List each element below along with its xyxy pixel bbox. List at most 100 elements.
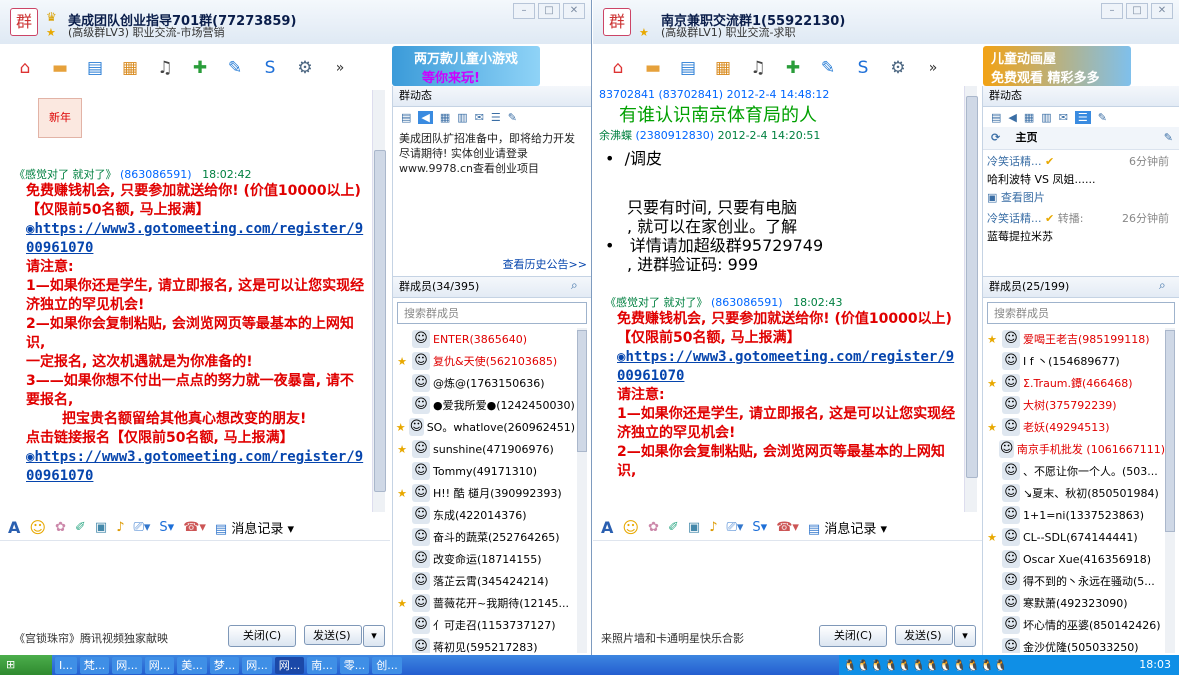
member-avatar-icon[interactable]: ☺: [412, 528, 430, 546]
feed-user[interactable]: 冷笑话精...: [987, 212, 1042, 225]
member-row[interactable]: ☺ I f 丶(154689677): [985, 350, 1165, 372]
close-icon[interactable]: ✕: [563, 3, 585, 19]
chat-icon[interactable]: ✉: [1059, 111, 1068, 124]
group-avatar-icon[interactable]: 群: [603, 8, 631, 36]
soso-icon[interactable]: S: [257, 55, 283, 81]
member-avatar-icon[interactable]: ☺: [1002, 550, 1020, 568]
maximize-icon[interactable]: □: [538, 3, 560, 19]
edit-icon[interactable]: ✎: [1164, 127, 1173, 149]
magic-emoji-icon[interactable]: ✿: [55, 520, 66, 535]
view-image-label[interactable]: 查看图片: [1001, 191, 1045, 204]
wrench-icon[interactable]: ✎: [508, 111, 517, 124]
add-app-icon[interactable]: ✚: [780, 55, 806, 81]
chat-scrollbar[interactable]: [964, 86, 978, 512]
font-icon[interactable]: A: [601, 518, 613, 537]
history-button[interactable]: ▤ 消息记录 ▾: [808, 518, 887, 537]
add-app-icon[interactable]: ✚: [187, 55, 213, 81]
scroll-thumb[interactable]: [966, 96, 978, 478]
member-row[interactable]: ★ ☺ Σ.Traum.鐔(466468): [985, 372, 1165, 394]
scroll-thumb[interactable]: [374, 150, 386, 492]
minimize-icon[interactable]: –: [1101, 3, 1123, 19]
search-icon[interactable]: ⌕: [571, 278, 578, 293]
refresh-icon[interactable]: ⟳: [991, 131, 1000, 144]
sender-name[interactable]: 《感觉对了 就对了》: [605, 296, 708, 309]
member-row[interactable]: ★ ☺ CL--SDL(674144441): [985, 526, 1165, 548]
folder-icon[interactable]: ▬: [47, 55, 73, 81]
member-scrollbar[interactable]: [1165, 328, 1175, 653]
member-avatar-icon[interactable]: ☺: [1002, 330, 1020, 348]
album-icon[interactable]: ▤: [82, 55, 108, 81]
more-icon[interactable]: »: [920, 55, 946, 81]
tools-icon[interactable]: ✎: [815, 55, 841, 81]
taskbar-item[interactable]: 网...: [144, 656, 175, 674]
taskbar-item[interactable]: 网...: [274, 656, 305, 674]
chat-icon[interactable]: ✉: [475, 111, 484, 124]
member-avatar-icon[interactable]: ☺: [412, 572, 430, 590]
member-avatar-icon[interactable]: ☺: [409, 418, 424, 436]
link-text[interactable]: https://www3.gotomeeting.com/register/90…: [26, 449, 363, 484]
taskbar-item[interactable]: I...: [55, 656, 77, 674]
member-scrollbar[interactable]: [577, 328, 587, 653]
member-row[interactable]: ☺ 寒默萧(492323090): [985, 592, 1165, 614]
register-link[interactable]: ◉https://www3.gotomeeting.com/register/9…: [26, 220, 370, 258]
member-avatar-icon[interactable]: ☺: [1002, 594, 1020, 612]
member-avatar-icon[interactable]: ☺: [1002, 638, 1020, 653]
member-avatar-icon[interactable]: ☺: [1002, 616, 1020, 634]
link-text[interactable]: https://www3.gotomeeting.com/register/90…: [617, 349, 954, 384]
register-link[interactable]: ◉https://www3.gotomeeting.com/register/9…: [26, 448, 370, 486]
emoji-icon[interactable]: ☺: [29, 518, 46, 537]
board-icon[interactable]: ▦: [117, 55, 143, 81]
sender-name[interactable]: 余沸蝶: [599, 129, 632, 142]
member-avatar-icon[interactable]: ☺: [1002, 506, 1020, 524]
send-button[interactable]: 发送(S): [304, 625, 362, 645]
voice-icon[interactable]: ☎▾: [183, 520, 206, 535]
taskbar-item[interactable]: 梵...: [79, 656, 110, 674]
notice-icon[interactable]: ▤: [401, 111, 411, 124]
taskbar-item[interactable]: 梦...: [209, 656, 240, 674]
doodle-icon[interactable]: ✐: [75, 520, 86, 535]
member-row[interactable]: ★ ☺ 老妖(49294513): [985, 416, 1165, 438]
member-row[interactable]: ☺ ENTER(3865640): [395, 328, 575, 350]
member-row[interactable]: ☺ 大树(375792239): [985, 394, 1165, 416]
emoji-icon[interactable]: ☺: [622, 518, 639, 537]
member-avatar-icon[interactable]: ☺: [1002, 352, 1020, 370]
wrench-icon[interactable]: ✎: [1098, 111, 1107, 124]
ad-banner[interactable]: 儿童动画屋 免费观看 精彩多多: [983, 46, 1131, 86]
folder-icon[interactable]: ▬: [640, 55, 666, 81]
member-search-input[interactable]: 搜索群成员: [397, 302, 587, 324]
topic-icon[interactable]: ☰: [491, 111, 501, 124]
tools-icon[interactable]: ✎: [222, 55, 248, 81]
member-row[interactable]: ☺ Oscar Xue(416356918): [985, 548, 1165, 570]
member-row[interactable]: ☺ 1+1=ni(1337523863): [985, 504, 1165, 526]
member-row[interactable]: ☺ 南京手机批发 (1061667111): [985, 438, 1165, 460]
member-scroll-thumb[interactable]: [577, 330, 587, 452]
magic-emoji-icon[interactable]: ✿: [648, 520, 659, 535]
member-avatar-icon[interactable]: ☺: [1002, 462, 1020, 480]
register-link[interactable]: ◉https://www3.gotomeeting.com/register/9…: [617, 348, 961, 386]
ad-banner[interactable]: 两万款儿童小游戏 等你来玩!: [392, 46, 540, 86]
member-avatar-icon[interactable]: ☺: [1002, 528, 1020, 546]
member-row[interactable]: ★ ☺ SO。whatlove(260962451): [395, 416, 575, 438]
close-icon[interactable]: ✕: [1151, 3, 1173, 19]
history-button[interactable]: ▤ 消息记录 ▾: [215, 518, 294, 537]
member-avatar-icon[interactable]: ☺: [412, 352, 430, 370]
send-options-icon[interactable]: ▾: [954, 625, 976, 647]
link-text[interactable]: https://www3.gotomeeting.com/register/90…: [26, 221, 363, 256]
topic-icon[interactable]: ☰: [1074, 110, 1091, 124]
send-options-icon[interactable]: ▾: [363, 625, 385, 647]
album-small-icon[interactable]: ▦: [440, 111, 450, 124]
member-row[interactable]: ☺ 坏心情的巫婆(850142426): [985, 614, 1165, 636]
view-image-link[interactable]: ▣ 查看图片: [987, 189, 1175, 207]
member-scroll-thumb[interactable]: [1165, 330, 1175, 532]
music-icon[interactable]: ♫: [152, 55, 178, 81]
promo-link[interactable]: 《宫锁珠帘》腾讯视频独家献映: [14, 630, 168, 646]
member-row[interactable]: ☺ 得不到的丶永远在骚动(5...: [985, 570, 1165, 592]
member-row[interactable]: ☺ Tommy(49171310): [395, 460, 575, 482]
share-icon[interactable]: ▥: [457, 111, 467, 124]
music-icon[interactable]: ♫: [745, 55, 771, 81]
member-avatar-icon[interactable]: ☺: [412, 484, 430, 502]
member-avatar-icon[interactable]: ☺: [412, 638, 430, 653]
member-row[interactable]: ☺ 奋斗的蔬菜(252764265): [395, 526, 575, 548]
member-avatar-icon[interactable]: ☺: [412, 550, 430, 568]
screenshot-icon[interactable]: ⎚▾: [133, 520, 150, 535]
